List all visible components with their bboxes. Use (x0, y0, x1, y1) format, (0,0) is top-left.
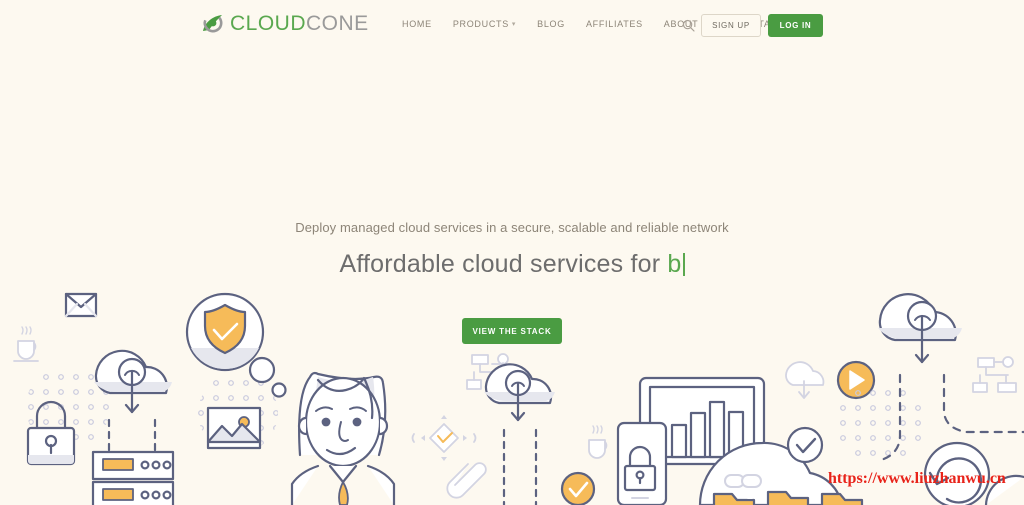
nav-label: BLOG (537, 19, 565, 29)
cloudcone-swoosh-logo-icon (200, 11, 226, 37)
view-the-stack-button[interactable]: VIEW THE STACK (462, 318, 562, 344)
hero-title-typed: b (667, 250, 682, 278)
nav-item-home[interactable]: HOME (402, 19, 432, 29)
chevron-down-icon: ▾ (511, 20, 517, 28)
watermark-url: https://www.liuzhanwu.cn (828, 470, 1006, 487)
nav-item-affiliates[interactable]: AFFILIATES (586, 19, 643, 29)
site-header: CLOUDCONE HOME PRODUCTS ▾ BLOG AFFILIATES… (0, 0, 1024, 52)
log-in-button[interactable]: LOG IN (768, 14, 823, 37)
sign-up-button[interactable]: SIGN UP (701, 14, 761, 37)
nav-label: HOME (402, 19, 432, 29)
nav-item-products[interactable]: PRODUCTS ▾ (453, 19, 516, 29)
search-icon[interactable] (681, 18, 697, 34)
nav-label: AFFILIATES (585, 19, 643, 29)
logo-text-primary: CLOUD (230, 12, 307, 35)
nav-label: PRODUCTS (452, 19, 509, 29)
logo-text: CLOUDCONE (230, 11, 369, 37)
logo[interactable]: CLOUDCONE (200, 11, 369, 37)
hero-subtitle: Deploy managed cloud services in a secur… (295, 220, 729, 235)
page-title: Affordable cloud services for b (0, 250, 1024, 279)
typing-caret-icon (682, 253, 685, 276)
hero-title-static: Affordable cloud services for (339, 250, 668, 278)
logo-text-secondary: CONE (306, 12, 369, 35)
page-root: CLOUDCONE HOME PRODUCTS ▾ BLOG AFFILIATES… (0, 0, 1024, 505)
nav-item-blog[interactable]: BLOG (537, 19, 565, 29)
